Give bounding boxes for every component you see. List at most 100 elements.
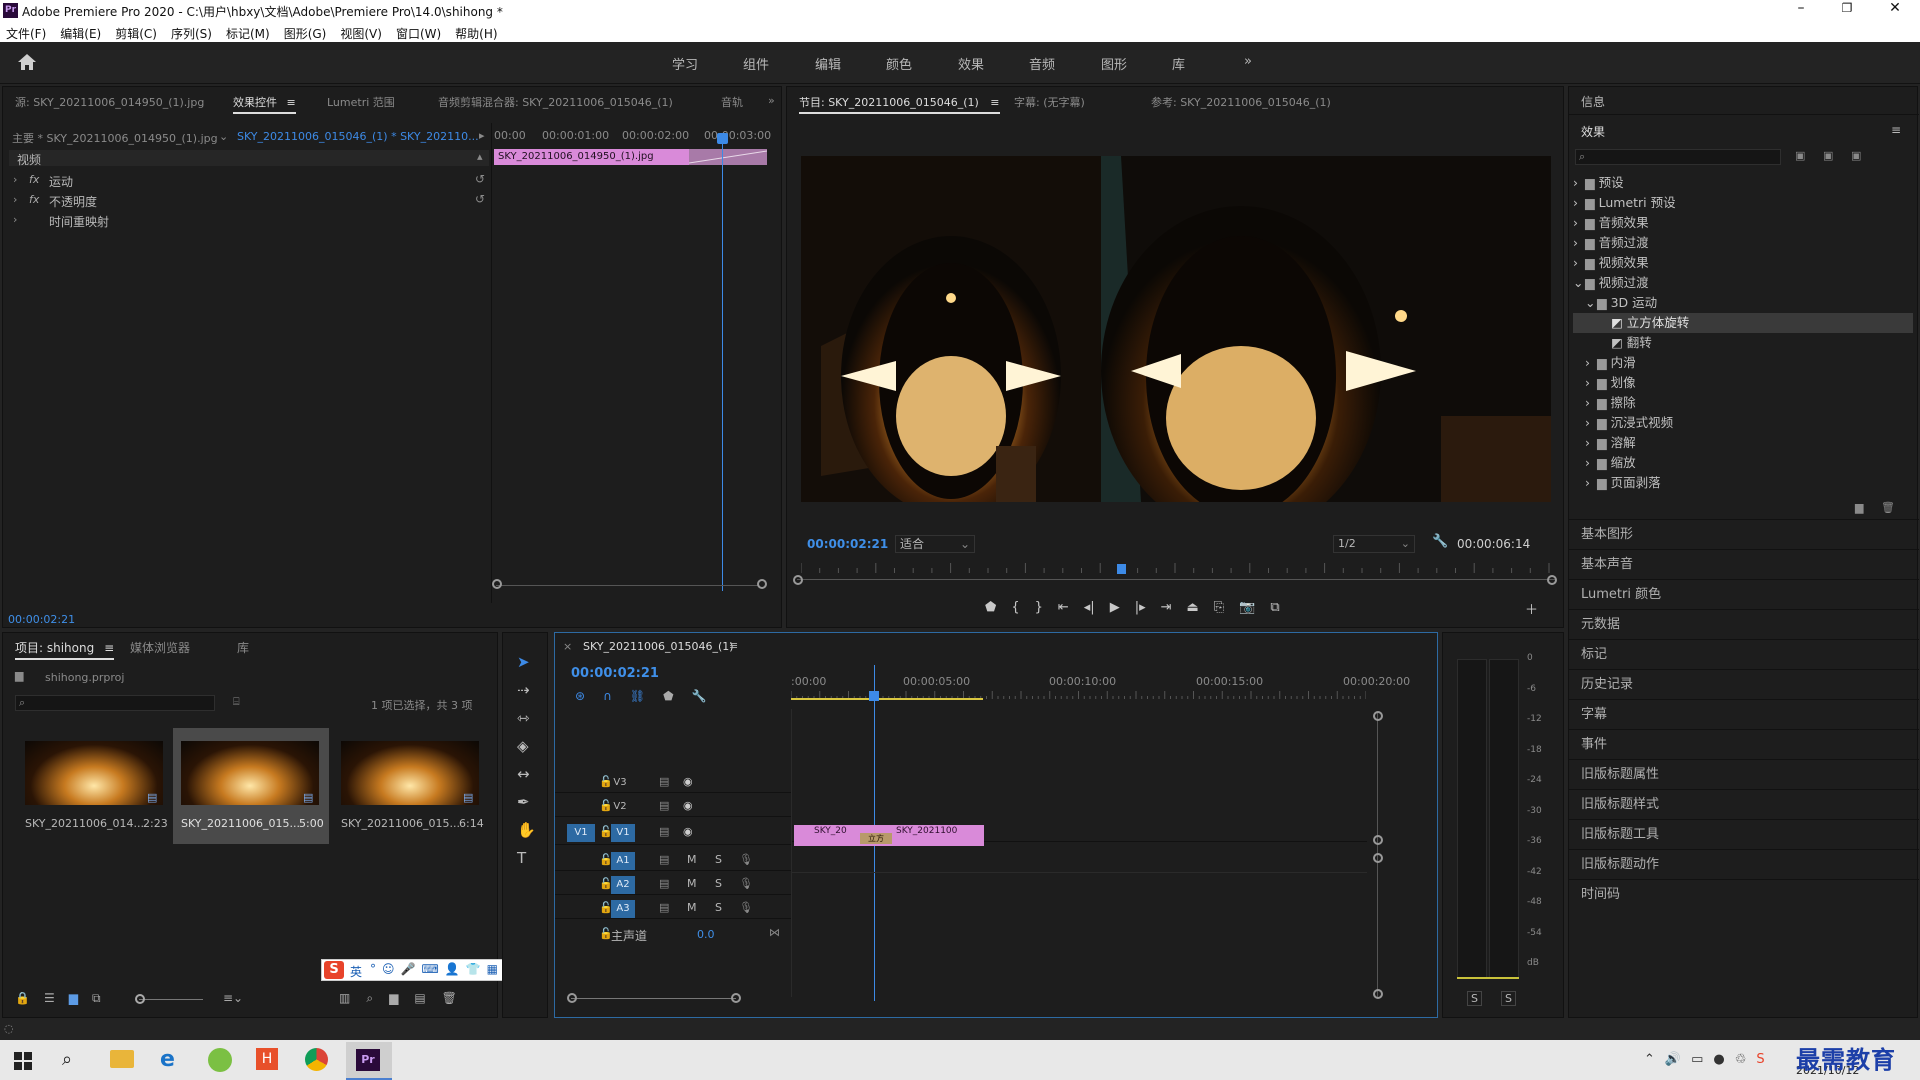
mark-in-icon[interactable]: {	[1011, 600, 1019, 615]
lift-icon[interactable]: ⏏	[1187, 600, 1199, 615]
ripple-edit-tool-icon[interactable]: ⇿	[517, 709, 536, 727]
mute-button[interactable]: M	[687, 901, 697, 914]
expand-icon[interactable]: ›	[13, 173, 17, 186]
effect-folder-audio-transitions[interactable]: › ▆ 音频过渡	[1573, 233, 1913, 253]
effect-folder-page-peel[interactable]: › ▆ 页面剥落	[1573, 473, 1913, 493]
close-icon[interactable]: ✕	[1884, 0, 1906, 20]
reset-icon[interactable]: ↺	[475, 192, 485, 206]
workspace-libraries[interactable]: 库	[1172, 54, 1244, 73]
search-icon[interactable]: ⌕	[62, 1049, 72, 1070]
track-label[interactable]: A3	[611, 900, 635, 918]
resolution-dropdown[interactable]: 1/2 ⌄	[1333, 535, 1415, 553]
panel-timecode[interactable]: 时间码	[1569, 879, 1919, 909]
linked-selection-icon[interactable]: ⛓	[630, 689, 645, 703]
32bit-effects-icon[interactable]: ▣	[1823, 149, 1833, 162]
step-back-icon[interactable]: ◂|	[1084, 600, 1095, 615]
nest-icon[interactable]: ⊛	[575, 689, 585, 703]
sogou-tray-icon[interactable]: S	[1756, 1052, 1764, 1067]
hbuilder-icon[interactable]: H	[256, 1048, 278, 1070]
toggle-sync-icon[interactable]: ▤	[659, 901, 669, 914]
toggle-sync-icon[interactable]: ▤	[659, 799, 669, 812]
menu-icon[interactable]: ≡	[104, 641, 114, 655]
maximize-icon[interactable]: ❐	[1836, 1, 1858, 21]
chrome-icon[interactable]	[305, 1048, 328, 1071]
add-marker-icon[interactable]: ⬟	[985, 600, 996, 615]
list-view-icon[interactable]: ☰	[44, 991, 55, 1006]
zoom-slider[interactable]	[139, 999, 203, 1000]
effect-folder-video-transitions[interactable]: ⌄ ▆ 视频过渡	[1573, 273, 1913, 293]
yuv-effects-icon[interactable]: ▣	[1851, 149, 1861, 162]
edge-icon[interactable]: e	[160, 1047, 175, 1072]
workspace-learn[interactable]: 学习	[672, 54, 743, 73]
panel-legacy-title-properties[interactable]: 旧版标题属性	[1569, 759, 1919, 789]
panel-history[interactable]: 历史记录	[1569, 669, 1919, 699]
network-icon[interactable]: ▭	[1691, 1052, 1703, 1067]
delete-icon[interactable]: 🗑	[1881, 501, 1895, 514]
track-header-v1[interactable]: V1 🔓 V1 ▤ ◉	[555, 821, 791, 845]
chevron-up-icon[interactable]: ⌃	[1644, 1052, 1655, 1067]
playhead-handle-icon[interactable]	[1117, 564, 1126, 574]
track-header-master[interactable]: 🔓 主声道 0.0 ⋈	[555, 925, 791, 945]
fx-badge[interactable]: fx	[29, 173, 39, 186]
collapse-icon[interactable]: ▴	[477, 150, 483, 163]
track-select-tool-icon[interactable]: ⇢	[517, 681, 536, 699]
work-area-bar[interactable]	[791, 698, 983, 700]
step-forward-icon[interactable]: |▸	[1135, 600, 1146, 615]
razor-tool-icon[interactable]: ◈	[517, 737, 536, 755]
menu-clip[interactable]: 剪辑(C)	[115, 25, 157, 42]
effects-search-input[interactable]: ⌕	[1575, 149, 1781, 165]
panel-events[interactable]: 事件	[1569, 729, 1919, 759]
monitor-time-ruler[interactable]	[801, 563, 1551, 573]
expand-icon[interactable]: ›	[13, 193, 17, 206]
close-icon[interactable]: ×	[563, 640, 572, 653]
solo-button[interactable]: S	[715, 853, 722, 866]
menu-file[interactable]: 文件(F)	[6, 25, 46, 42]
automate-icon[interactable]: ▥	[339, 991, 350, 1006]
effect-folder-slide[interactable]: › ▆ 内滑	[1573, 353, 1913, 373]
menu-markers[interactable]: 标记(M)	[226, 25, 270, 42]
panel-metadata[interactable]: 元数据	[1569, 609, 1919, 639]
effect-folder-lumetri-presets[interactable]: › ▆ Lumetri 预设	[1573, 193, 1913, 213]
tab-project[interactable]: 项目: shihong ≡	[15, 639, 115, 660]
add-marker-icon[interactable]: ⬟	[663, 689, 673, 703]
monitor-scrollbar[interactable]	[797, 579, 1555, 580]
scroll-handle-icon[interactable]	[492, 579, 502, 589]
hand-tool-icon[interactable]: ✋	[517, 821, 536, 839]
type-tool-icon[interactable]: T	[517, 849, 536, 867]
track-label[interactable]: V3	[611, 774, 629, 792]
ime-toolbar[interactable]: S 英 °☺🎤⌨👤👕▦	[321, 959, 527, 981]
timeline-clip[interactable]: SKY_2021100	[876, 825, 984, 846]
menu-icon[interactable]: ≡	[729, 639, 738, 652]
effect-item-flip-over[interactable]: ◩ 翻转	[1573, 333, 1913, 353]
accelerated-effects-icon[interactable]: ▣	[1795, 149, 1805, 162]
workspace-color[interactable]: 颜色	[886, 54, 958, 73]
add-button-icon[interactable]: ＋	[1525, 599, 1538, 618]
solo-button[interactable]: S	[715, 877, 722, 890]
go-to-end-icon[interactable]: ⋈	[769, 926, 780, 939]
menu-view[interactable]: 视图(V)	[340, 25, 382, 42]
project-item-selected[interactable]: ▤ SKY_20211006_015... 5:00	[173, 728, 329, 844]
track-header-a3[interactable]: 🔓 A3 ▤ M S 🎙	[555, 899, 791, 919]
track-header-a1[interactable]: 🔓 A1 ▤ M S 🎙	[555, 851, 791, 871]
icon-view-icon[interactable]: ▆	[69, 991, 78, 1006]
volume-icon[interactable]: 🔊	[1665, 1052, 1681, 1067]
pen-tool-icon[interactable]: ✒	[517, 793, 536, 811]
menu-sequence[interactable]: 序列(S)	[171, 25, 212, 42]
tab-captions[interactable]: 字幕: (无字幕)	[1014, 94, 1085, 110]
panel-lumetri-color[interactable]: Lumetri 颜色	[1569, 579, 1919, 609]
effects-title[interactable]: 效果	[1581, 123, 1605, 140]
mark-out-icon[interactable]: }	[1035, 600, 1043, 615]
workspace-effects[interactable]: 效果	[958, 54, 1029, 73]
ime-tools-icon[interactable]: °☺🎤⌨👤👕▦	[370, 962, 504, 976]
tab-lumetri-scopes[interactable]: Lumetri 范围	[327, 94, 395, 110]
scroll-handle-icon[interactable]	[1373, 711, 1383, 721]
mute-button[interactable]: M	[687, 853, 697, 866]
freeform-view-icon[interactable]: ⧉	[92, 991, 101, 1006]
wrench-icon[interactable]: 🔧	[1432, 534, 1448, 549]
track-header-v2[interactable]: 🔓 V2 ▤ ◉	[555, 797, 791, 817]
panel-captions[interactable]: 字幕	[1569, 699, 1919, 729]
effect-folder-audio-effects[interactable]: › ▆ 音频效果	[1573, 213, 1913, 233]
scroll-handle-icon[interactable]	[1373, 989, 1383, 999]
track-label[interactable]: A1	[611, 852, 635, 870]
tab-program[interactable]: 节目: SKY_20211006_015046_(1) ≡	[799, 94, 1000, 114]
